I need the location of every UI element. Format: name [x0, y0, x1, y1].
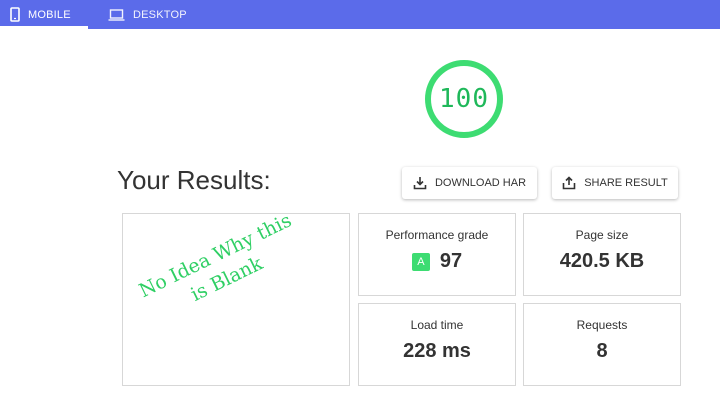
device-tabbar: MOBILE DESKTOP	[0, 0, 720, 29]
performance-grade-value: 97	[439, 250, 463, 272]
results-title: Your Results:	[117, 165, 271, 195]
download-har-button[interactable]: DOWNLOAD HAR	[402, 167, 537, 199]
grade-letter-badge: A	[411, 252, 430, 271]
share-result-label: SHARE RESULT	[584, 177, 668, 189]
share-icon	[562, 176, 576, 190]
load-time-card: Load time 228 ms	[358, 303, 516, 386]
load-time-value: 228 ms	[403, 340, 471, 362]
laptop-icon	[108, 8, 125, 21]
performance-grade-card: Performance grade A 97	[358, 213, 516, 296]
tab-mobile[interactable]: MOBILE	[0, 0, 88, 29]
page-size-label: Page size	[575, 228, 629, 242]
tab-mobile-label: MOBILE	[28, 8, 71, 21]
requests-value: 8	[596, 340, 608, 362]
requests-card: Requests 8	[523, 303, 681, 386]
performance-grade-value-row: A 97	[359, 250, 515, 273]
download-har-label: DOWNLOAD HAR	[434, 177, 527, 189]
overall-score-badge: 100	[425, 60, 503, 138]
page-size-value: 420.5 KB	[559, 250, 645, 272]
load-time-label: Load time	[410, 318, 464, 332]
page-size-card: Page size 420.5 KB	[523, 213, 681, 296]
mobile-phone-icon	[10, 7, 20, 22]
tab-desktop[interactable]: DESKTOP	[108, 0, 198, 29]
tab-desktop-label: DESKTOP	[133, 8, 187, 21]
requests-label: Requests	[576, 318, 628, 332]
performance-grade-label: Performance grade	[385, 228, 489, 242]
overall-score-value: 100	[439, 84, 489, 114]
share-result-button[interactable]: SHARE RESULT	[552, 167, 678, 199]
download-icon	[413, 177, 427, 190]
